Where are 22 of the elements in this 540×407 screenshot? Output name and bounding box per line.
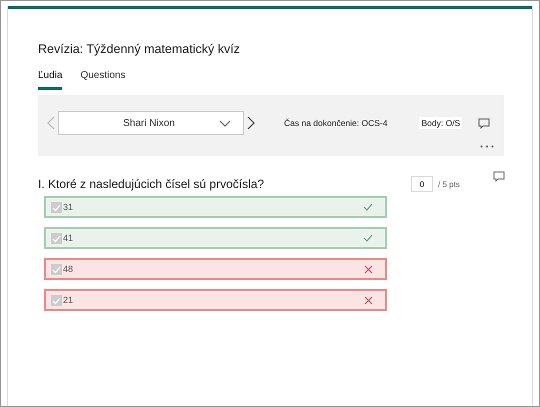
next-icon[interactable] — [247, 116, 255, 130]
respondent-dropdown[interactable]: Shari Nixon — [58, 111, 244, 135]
cross-icon — [364, 264, 373, 274]
cross-icon — [364, 296, 373, 304]
score-field[interactable]: 0 — [411, 176, 433, 192]
max-points: / 5 pts — [438, 180, 460, 188]
comment-icon[interactable] — [478, 118, 490, 128]
points-label: Body: O/S — [419, 117, 462, 129]
check-icon — [363, 203, 373, 211]
tab[interactable]: Ľudia — [38, 70, 62, 90]
completion-time: Čas na dokončenie: OCS-4 — [284, 118, 388, 128]
chevron-down-icon — [219, 120, 231, 126]
option-label: 21 — [63, 295, 74, 305]
more-icon[interactable] — [480, 145, 494, 148]
option-label: 48 — [63, 264, 74, 274]
option-label: 41 — [63, 233, 74, 243]
tab[interactable]: Questions — [80, 70, 126, 90]
quiz-title: Revízia: Týždenný matematický kvíz — [38, 42, 241, 56]
question-text: I. Ktoré z nasledujúcich čísel sú prvočísla? — [38, 177, 266, 191]
check-icon — [363, 234, 373, 242]
option-label: 31 — [63, 202, 74, 212]
comment-icon[interactable] — [493, 171, 505, 182]
